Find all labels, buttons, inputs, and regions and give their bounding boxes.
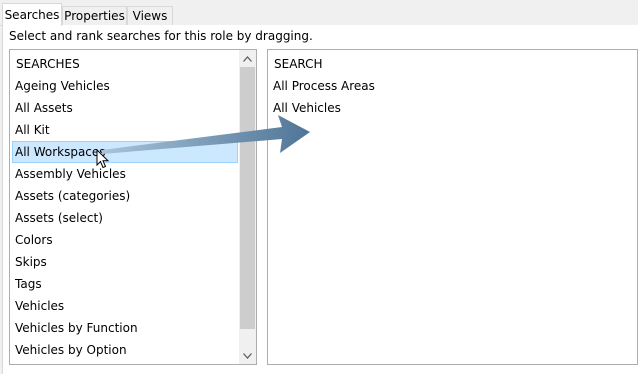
list-item[interactable]: Skips [12,251,47,273]
tab-searches[interactable]: Searches [2,3,62,26]
scroll-up-button[interactable] [239,50,256,67]
list-item[interactable]: Assets (categories) [12,185,130,207]
mouse-cursor-icon [96,149,110,169]
available-searches-list[interactable]: SEARCHES Ageing Vehicles All Assets All … [9,49,257,365]
chevron-up-icon [243,55,252,62]
list-item[interactable]: Ageing Vehicles [12,75,110,97]
list-item[interactable]: All Vehicles [270,97,341,119]
list-item-selected[interactable]: All Workspaces [12,141,238,163]
list-item[interactable]: Colors [12,229,53,251]
assigned-searches-header: SEARCH [274,57,323,71]
scroll-down-button[interactable] [239,347,256,364]
scroll-thumb[interactable] [240,67,255,329]
tab-properties[interactable]: Properties [62,6,127,25]
tab-views[interactable]: Views [127,6,173,25]
available-searches-header: SEARCHES [16,57,80,71]
list-item[interactable]: Tags [12,273,42,295]
list-item[interactable]: Vehicles [12,295,64,317]
instructions-text: Select and rank searches for this role b… [9,29,313,43]
chevron-down-icon [243,352,252,359]
list-item[interactable]: All Process Areas [270,75,375,97]
list-item[interactable]: Vehicles by Function [12,317,138,339]
list-item[interactable]: Assets (select) [12,207,103,229]
assigned-searches-list[interactable]: SEARCH All Process Areas All Vehicles [267,49,638,365]
list-item[interactable]: All Kit [12,119,50,141]
list-item[interactable]: Vehicles by Option [12,339,127,361]
vertical-scrollbar[interactable] [239,50,256,364]
list-item[interactable]: All Assets [12,97,73,119]
